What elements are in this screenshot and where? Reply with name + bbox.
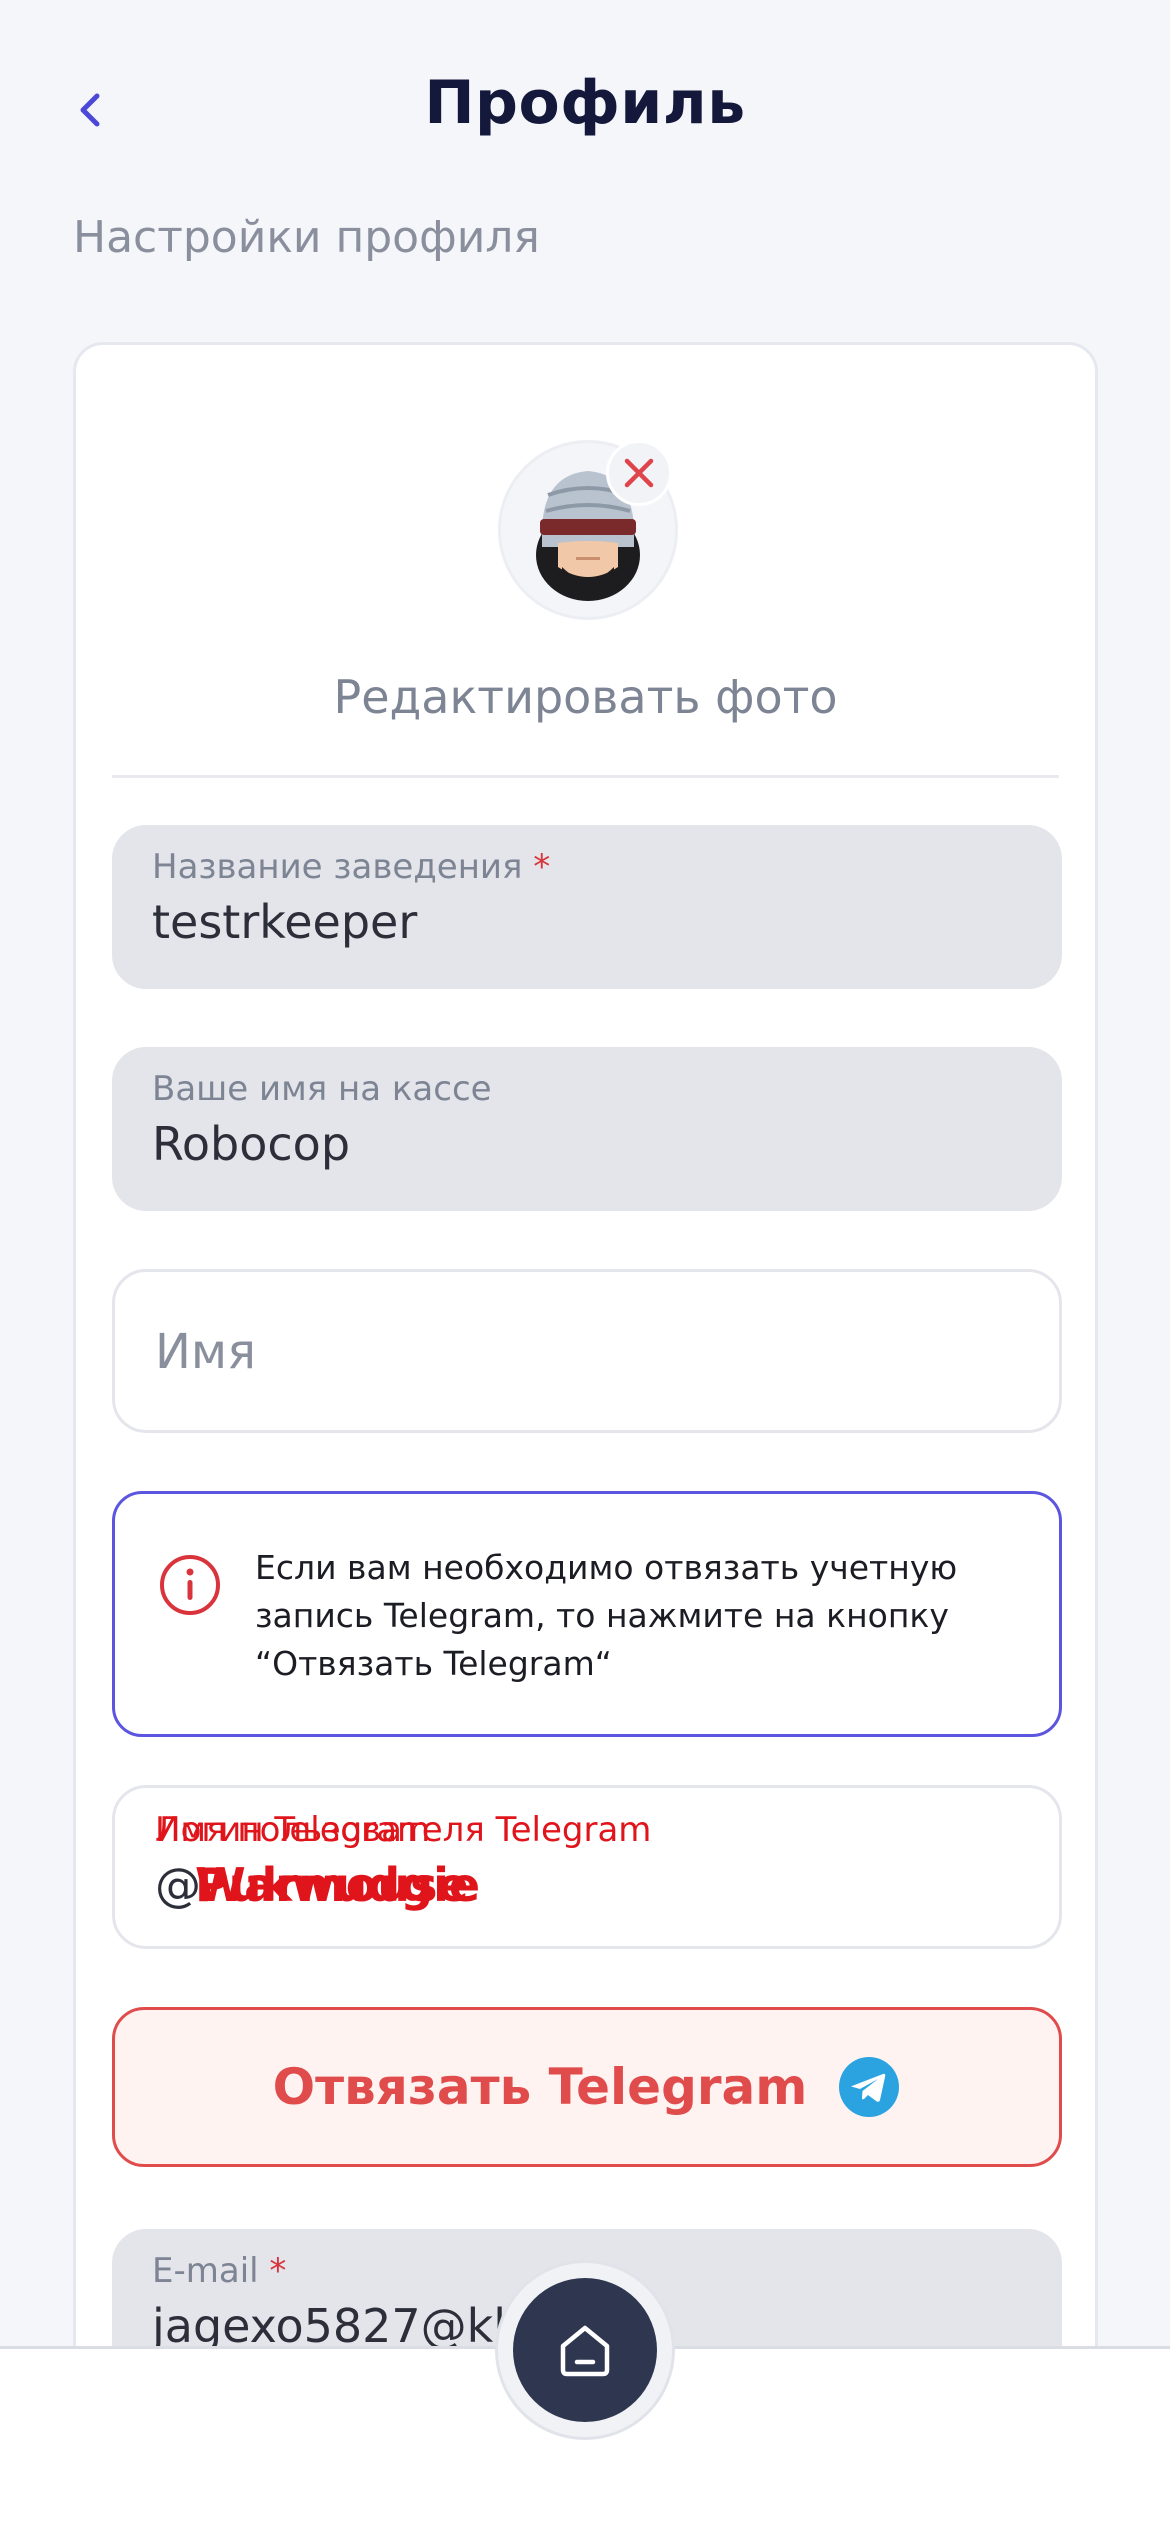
unlink-telegram-button[interactable]: Отвязать Telegram [112, 2007, 1062, 2167]
venue-name-value: testrkeeper [152, 895, 418, 949]
section-title: Настройки профиля [73, 212, 540, 263]
telegram-info-box: Если вам необходимо отвязать учетную зап… [112, 1491, 1062, 1737]
page-title: Профиль [424, 68, 746, 138]
telegram-icon [839, 2057, 900, 2117]
close-icon [624, 458, 654, 488]
cashier-name-value: Robocop [152, 1117, 351, 1171]
cashier-name-label: Ваше имя на кассе [152, 1069, 492, 1109]
home-icon [560, 2325, 610, 2377]
first-name-input[interactable]: Имя [112, 1269, 1062, 1433]
email-label: E-mail * [152, 2251, 286, 2291]
home-button-inner [513, 2278, 657, 2422]
required-mark: * [269, 2251, 287, 2291]
divider [112, 775, 1059, 778]
edit-photo-link[interactable]: Редактировать фото [76, 670, 1095, 724]
venue-name-label: Название заведения * [152, 847, 550, 887]
venue-name-field[interactable]: Название заведения * testrkeeper [112, 825, 1062, 989]
info-text: Если вам необходимо отвязать учетную зап… [255, 1548, 958, 1683]
first-name-placeholder: Имя [155, 1324, 256, 1380]
home-button[interactable] [495, 2260, 675, 2440]
telegram-login-field[interactable]: Логин Telegram Имя пользователя Telegram… [112, 1785, 1062, 1949]
header: Профиль [0, 0, 1170, 210]
info-icon [160, 1555, 220, 1615]
profile-card: Редактировать фото Название заведения * … [73, 342, 1098, 2532]
required-mark: * [533, 847, 551, 887]
remove-photo-button[interactable] [606, 440, 672, 506]
cashier-name-field[interactable]: Ваше имя на кассе Robocop [112, 1047, 1062, 1211]
telegram-login-label-b: Имя пользователя Telegram [155, 1810, 652, 1850]
telegram-login-value-b: Warmouse [195, 1858, 469, 1912]
unlink-telegram-label: Отвязать Telegram [272, 2058, 808, 2116]
email-label-text: E-mail [152, 2251, 259, 2291]
venue-name-label-text: Название заведения [152, 847, 523, 887]
